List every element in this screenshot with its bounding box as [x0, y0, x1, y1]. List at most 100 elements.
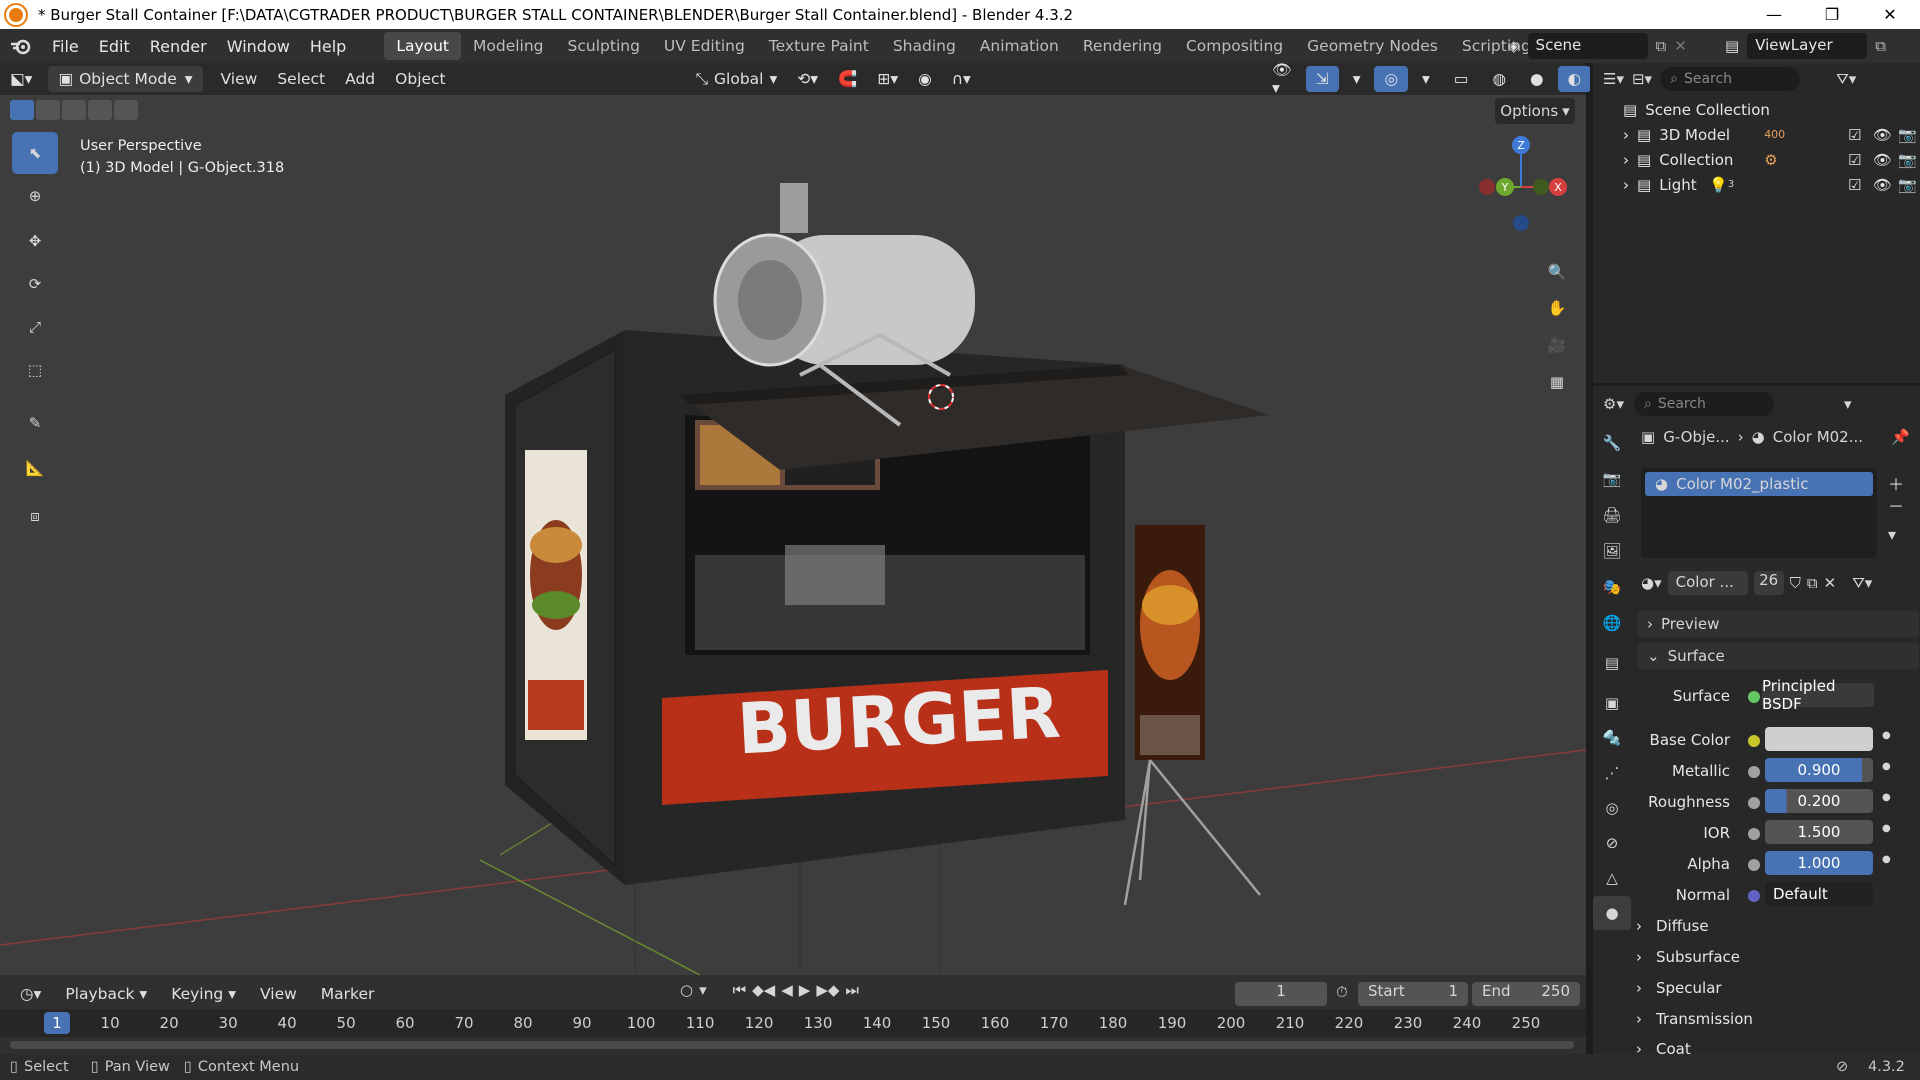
- new-view-layer-icon[interactable]: ⧉: [1875, 37, 1886, 55]
- navigation-gizmo[interactable]: Z X Y: [1478, 135, 1574, 231]
- tab-rendering[interactable]: Rendering: [1071, 32, 1174, 60]
- display-mode-icon[interactable]: ⊟▾: [1632, 70, 1652, 88]
- select-invert-icon[interactable]: [88, 100, 112, 120]
- menu-marker[interactable]: Marker: [311, 981, 385, 1007]
- orientation-selector[interactable]: ⤡ Global ▾: [686, 66, 788, 92]
- scene-collection-row[interactable]: ▤ Scene Collection: [1593, 97, 1920, 122]
- timeline-scrollbar[interactable]: [10, 1041, 1574, 1049]
- menu-window[interactable]: Window: [217, 37, 300, 56]
- jump-start-icon[interactable]: ⏮: [733, 981, 747, 999]
- checkbox-icon[interactable]: ☑: [1848, 126, 1861, 144]
- menu-file[interactable]: File: [42, 37, 89, 56]
- alpha-slider[interactable]: 1.000: [1765, 851, 1873, 875]
- snap-icon[interactable]: 🧲: [828, 66, 867, 92]
- camera-icon[interactable]: 📷: [1898, 176, 1917, 194]
- output-tab-icon[interactable]: 🖨: [1593, 498, 1631, 532]
- material-browse-icon[interactable]: ◕▾: [1641, 574, 1662, 592]
- user-count[interactable]: 26: [1753, 571, 1784, 595]
- snap-target-icon[interactable]: ⊞▾: [867, 66, 908, 92]
- minimize-button[interactable]: —: [1745, 0, 1803, 29]
- add-cube-tool[interactable]: ⧈: [12, 495, 58, 537]
- list-item[interactable]: › ▤ Collection ⚙ ☑ 👁 📷: [1593, 147, 1920, 172]
- annotate-tool[interactable]: ✎: [12, 402, 58, 444]
- properties-editor-icon[interactable]: ⚙▾: [1603, 395, 1624, 413]
- select-new-icon[interactable]: [10, 100, 34, 120]
- list-item[interactable]: › ▤ 3D Model 400 ☑ 👁 📷: [1593, 122, 1920, 147]
- play-reverse-icon[interactable]: ◀: [781, 981, 793, 999]
- scene-selector[interactable]: Scene: [1527, 33, 1648, 59]
- tab-geometry-nodes[interactable]: Geometry Nodes: [1295, 32, 1450, 60]
- pin-icon[interactable]: 📌: [1891, 428, 1910, 446]
- chevron-down-icon[interactable]: ▾: [1844, 395, 1852, 413]
- unlink-close-icon[interactable]: ✕: [1824, 574, 1837, 592]
- options-button[interactable]: Options ▾: [1495, 98, 1575, 124]
- remove-scene-icon[interactable]: ✕: [1674, 37, 1687, 55]
- fake-user-shield-icon[interactable]: ⛉: [1790, 574, 1801, 592]
- record-icon[interactable]: ○: [680, 981, 693, 999]
- keyframe-dot-icon[interactable]: ●: [1882, 730, 1891, 741]
- pivot-icon[interactable]: ⟲▾: [787, 66, 828, 92]
- filter-icon[interactable]: ⛛▾: [1836, 70, 1856, 88]
- subsurface-section[interactable]: › Subsurface: [1636, 948, 1740, 966]
- tab-shading[interactable]: Shading: [881, 32, 968, 60]
- menu-edit[interactable]: Edit: [89, 37, 140, 56]
- keyframe-dot-icon[interactable]: ●: [1882, 792, 1891, 803]
- duplicate-icon[interactable]: ⧉: [1807, 574, 1818, 592]
- eye-icon[interactable]: 👁: [1873, 126, 1892, 144]
- proportional-edit-icon[interactable]: ◉: [908, 66, 942, 92]
- tab-uv-editing[interactable]: UV Editing: [652, 32, 757, 60]
- new-scene-icon[interactable]: ⧉: [1656, 37, 1667, 55]
- filter-icon[interactable]: ⛛▾: [1852, 574, 1872, 592]
- transform-tool[interactable]: ⬚: [12, 349, 58, 391]
- menu-render[interactable]: Render: [140, 37, 217, 56]
- select-intersect-icon[interactable]: [114, 100, 138, 120]
- mode-selector[interactable]: ▣ Object Mode ▾: [48, 66, 203, 92]
- tab-compositing[interactable]: Compositing: [1174, 32, 1295, 60]
- collection-tab-icon[interactable]: ▤: [1593, 646, 1631, 680]
- prev-keyframe-icon[interactable]: ◆◀: [752, 981, 775, 999]
- next-keyframe-icon[interactable]: ▶◆: [816, 981, 839, 999]
- render-tab-icon[interactable]: 📷: [1593, 462, 1631, 496]
- base-color-swatch[interactable]: [1765, 727, 1873, 751]
- select-subtract-icon[interactable]: [62, 100, 86, 120]
- overlay-chevron-down-icon[interactable]: ▾: [1412, 66, 1440, 92]
- scene-icon[interactable]: ◈: [1508, 37, 1520, 55]
- gizmo-toggle-icon[interactable]: ⇲: [1305, 66, 1339, 92]
- select-extend-icon[interactable]: [36, 100, 60, 120]
- checkbox-icon[interactable]: ☑: [1848, 176, 1861, 194]
- tab-animation[interactable]: Animation: [968, 32, 1071, 60]
- eye-icon[interactable]: 👁: [1873, 176, 1892, 194]
- menu-add[interactable]: Add: [335, 66, 385, 92]
- visibility-icon[interactable]: 👁▾: [1262, 61, 1302, 97]
- coat-section[interactable]: › Coat: [1636, 1040, 1691, 1054]
- menu-playback[interactable]: Playback ▾: [55, 981, 157, 1007]
- keyframe-dot-icon[interactable]: ●: [1882, 823, 1891, 834]
- material-slot-item[interactable]: ◕ Color M02_plastic: [1645, 472, 1873, 496]
- view-layer-icon[interactable]: ▤: [1725, 37, 1739, 55]
- move-tool[interactable]: ✥: [12, 220, 58, 262]
- select-box-tool[interactable]: ⬉: [12, 132, 58, 174]
- record-chevron-down-icon[interactable]: ▾: [699, 981, 707, 999]
- remove-slot-icon[interactable]: －: [1888, 496, 1904, 518]
- menu-keying[interactable]: Keying ▾: [161, 981, 246, 1007]
- cursor-tool[interactable]: ⊕: [12, 175, 58, 217]
- 3d-viewport[interactable]: BURGER User Perspective (1) 3D Model | G…: [0, 95, 1586, 975]
- timeline-editor-icon[interactable]: ◷▾: [10, 981, 51, 1007]
- editor-type-icon[interactable]: ⬕▾: [0, 66, 42, 92]
- xray-icon[interactable]: ▭: [1444, 66, 1479, 92]
- jump-end-icon[interactable]: ⏭: [845, 981, 859, 999]
- menu-object[interactable]: Object: [385, 66, 455, 92]
- camera-icon[interactable]: 📷: [1898, 151, 1917, 169]
- end-frame-field[interactable]: End 250: [1472, 982, 1580, 1006]
- menu-help[interactable]: Help: [300, 37, 356, 56]
- current-frame-field[interactable]: 1: [1235, 982, 1327, 1006]
- maximize-button[interactable]: ❐: [1803, 0, 1861, 29]
- surface-section-header[interactable]: ⌄ Surface: [1637, 643, 1919, 669]
- view-layer-tab-icon[interactable]: 🖼: [1593, 534, 1631, 568]
- world-tab-icon[interactable]: 🌐: [1593, 606, 1631, 640]
- diffuse-section[interactable]: › Diffuse: [1636, 917, 1709, 935]
- camera-icon[interactable]: 📷: [1898, 126, 1917, 144]
- eye-icon[interactable]: 👁: [1873, 151, 1892, 169]
- tool-tab-icon[interactable]: 🔧: [1593, 426, 1631, 460]
- add-slot-icon[interactable]: ＋: [1888, 474, 1904, 496]
